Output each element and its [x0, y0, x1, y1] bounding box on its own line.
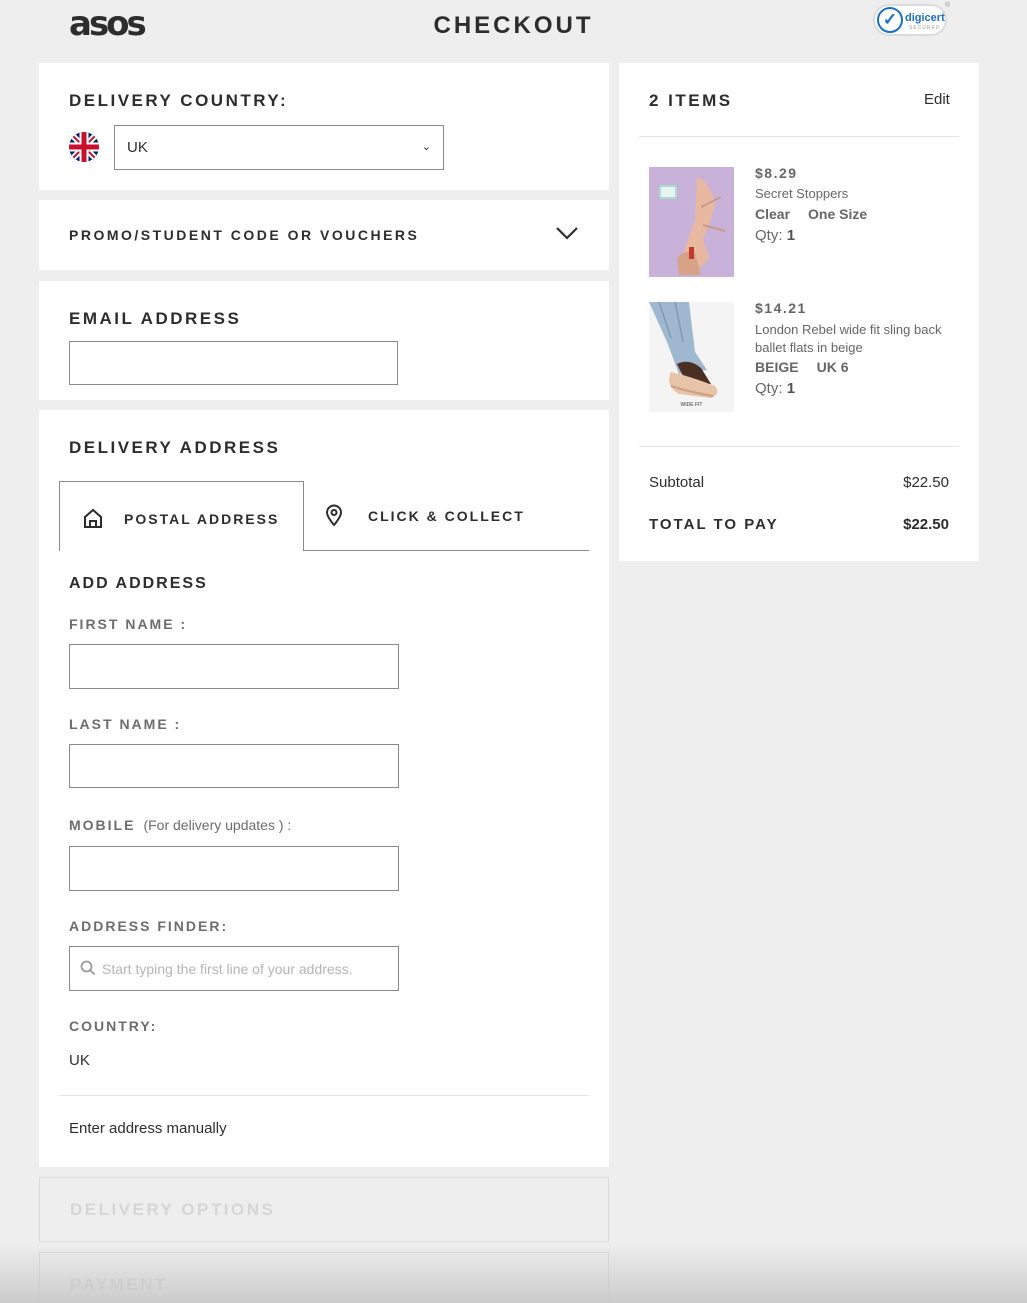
- last-name-field[interactable]: [69, 744, 399, 788]
- mobile-label-note: (For delivery updates ) :: [143, 817, 292, 833]
- item-size: UK 6: [816, 359, 849, 375]
- subtotal-value: $22.50: [903, 474, 949, 491]
- mobile-label-text: MOBILE: [69, 817, 136, 833]
- item-price: $8.29: [755, 165, 798, 181]
- total-value: $22.50: [903, 516, 949, 533]
- item-qty-label: Qty:: [755, 380, 783, 397]
- delivery-country-value: UK: [127, 139, 148, 156]
- total-label: TOTAL TO PAY: [649, 516, 779, 533]
- checkmark-icon: ✓: [877, 7, 903, 33]
- item-name: Secret Stoppers: [755, 186, 849, 201]
- mobile-field[interactable]: [69, 846, 399, 891]
- tab-postal-address-label: POSTAL ADDRESS: [124, 511, 280, 527]
- country-label: COUNTRY:: [69, 1018, 158, 1034]
- item-attributes: Clear One Size: [755, 206, 885, 222]
- first-name-label: FIRST NAME :: [69, 616, 188, 632]
- tab-postal-address[interactable]: POSTAL ADDRESS: [59, 481, 304, 551]
- divider: [639, 136, 959, 137]
- payment-title: PAYMENT: [70, 1275, 168, 1294]
- item-attributes: BEIGE UK 6: [755, 359, 866, 375]
- delivery-country-select[interactable]: UK ⌄: [114, 125, 444, 170]
- thumbnail-caption: WIDE FIT: [680, 402, 703, 408]
- product-thumbnail[interactable]: WIDE FIT: [649, 302, 734, 412]
- item-qty-label: Qty:: [755, 227, 783, 244]
- delivery-options-title: DELIVERY OPTIONS: [70, 1200, 276, 1219]
- item-colour: BEIGE: [755, 359, 799, 375]
- promo-title[interactable]: PROMO/STUDENT CODE OR VOUCHERS: [69, 227, 419, 243]
- divider: [59, 1095, 589, 1096]
- last-name-label: LAST NAME :: [69, 716, 182, 732]
- digicert-label: digicert: [905, 12, 945, 24]
- address-finder-label: ADDRESS FINDER:: [69, 918, 229, 934]
- page-header: asos CHECKOUT ✓ digicert SECURED ®: [0, 0, 1027, 55]
- item-qty-value: 1: [786, 380, 796, 397]
- delivery-country-title: DELIVERY COUNTRY:: [69, 91, 289, 110]
- payment-section: PAYMENT: [39, 1252, 609, 1303]
- map-pin-icon: [325, 504, 343, 526]
- delivery-options-section: DELIVERY OPTIONS: [39, 1177, 609, 1242]
- item-qty-value: 1: [786, 227, 796, 244]
- digicert-sub-label: SECURED: [909, 25, 941, 31]
- home-icon: [84, 508, 102, 528]
- address-finder-input[interactable]: Start typing the first line of your addr…: [69, 946, 399, 991]
- chevron-down-icon: ⌄: [421, 141, 431, 153]
- divider: [639, 446, 959, 447]
- items-count-title: 2 ITEMS: [649, 91, 733, 110]
- mobile-label: MOBILE (For delivery updates ) :: [69, 817, 291, 833]
- product-thumbnail[interactable]: [649, 167, 734, 277]
- registered-mark: ®: [945, 2, 951, 9]
- email-field[interactable]: [69, 341, 398, 385]
- search-icon: [80, 960, 96, 976]
- item-quantity: Qty: 1: [755, 227, 795, 244]
- uk-flag-icon: [69, 132, 99, 162]
- tab-click-collect-label: CLICK & COLLECT: [368, 508, 525, 524]
- item-size: One Size: [808, 206, 868, 222]
- edit-link[interactable]: Edit: [924, 91, 950, 108]
- country-value: UK: [69, 1052, 90, 1069]
- item-colour: Clear: [755, 206, 791, 222]
- email-title: EMAIL ADDRESS: [69, 309, 242, 328]
- tab-click-collect[interactable]: CLICK & COLLECT: [304, 481, 589, 551]
- item-name: London Rebel wide fit sling back ballet …: [755, 322, 942, 355]
- first-name-field[interactable]: [69, 644, 399, 689]
- address-finder-placeholder: Start typing the first line of your addr…: [102, 961, 353, 977]
- delivery-address-title: DELIVERY ADDRESS: [69, 438, 281, 457]
- chevron-down-icon[interactable]: [556, 224, 578, 242]
- digicert-badge[interactable]: ✓ digicert SECURED ®: [873, 2, 951, 36]
- item-quantity: Qty: 1: [755, 380, 795, 397]
- subtotal-label: Subtotal: [649, 474, 705, 491]
- item-price: $14.21: [755, 300, 807, 316]
- enter-address-manually-link[interactable]: Enter address manually: [69, 1120, 227, 1137]
- add-address-title: ADD ADDRESS: [69, 575, 208, 592]
